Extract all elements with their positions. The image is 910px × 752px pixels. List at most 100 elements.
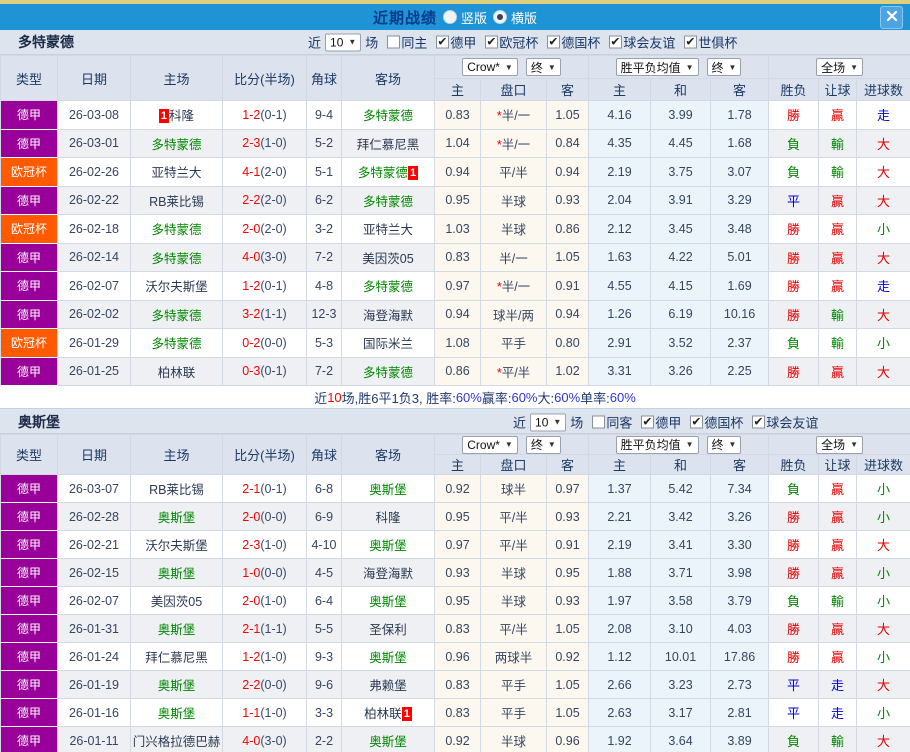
column-subheader: 进球数 [856, 454, 910, 475]
avg-final-select[interactable]: 终 [706, 435, 742, 454]
score-cell: 1-2(0-1) [222, 271, 307, 301]
team-name-cell: 多特蒙德 [151, 308, 202, 323]
avg-home-cell: 4.16 [588, 100, 652, 130]
result-text: 小 [877, 706, 891, 721]
checkbox-icon[interactable] [690, 415, 704, 429]
odds-home-cell: 0.83 [434, 698, 481, 727]
summary-segment: 近 [314, 390, 328, 406]
odds-final-select[interactable]: 终 [525, 58, 561, 76]
checkbox-icon[interactable] [485, 35, 499, 49]
result-goals-cell: 小 [856, 698, 910, 727]
result-handicap-cell: 贏 [818, 614, 858, 643]
odds-company-select[interactable]: Crow* [462, 58, 518, 76]
close-button[interactable] [880, 6, 903, 29]
match-row: 德甲 26-01-24 拜仁慕尼黑 1-2(1-0) 9-3 奥斯堡 0.96 两球半 0.92… [0, 642, 910, 671]
checkbox-icon[interactable] [641, 415, 655, 429]
result-wdl-cell: 負 [768, 586, 820, 615]
match-count-select[interactable]: 10 [530, 413, 567, 431]
result-text: 負 [787, 136, 801, 152]
team-section: 奥斯堡近10场同客德甲德国杯球会友谊类型日期主场比分(半场)角球客场Crow*终… [0, 409, 910, 752]
avg-draw-cell: 3.91 [650, 185, 712, 215]
radio-unselected-icon[interactable] [442, 10, 457, 24]
result-goals-cell: 小 [856, 558, 910, 587]
home-team-cell: 奥斯堡 [130, 698, 223, 727]
corners-cell: 7-2 [306, 356, 342, 386]
odds-home-cell: 1.03 [434, 214, 481, 244]
dialog-title: 近期战绩 [372, 9, 437, 27]
result-goals-cell: 大 [856, 356, 910, 386]
checkbox-icon[interactable] [387, 35, 401, 49]
same-venue-filter[interactable]: 同客 [592, 413, 632, 432]
odds-final-select[interactable]: 终 [525, 435, 561, 454]
league-filter[interactable]: 德国杯 [690, 413, 743, 432]
checkbox-icon[interactable] [752, 415, 766, 429]
odds-away-cell: 0.91 [545, 530, 590, 559]
result-wdl-cell: 平 [768, 670, 820, 699]
radio-selected-icon[interactable] [493, 10, 507, 24]
fulltime-score: 2-3 [242, 136, 261, 151]
checkbox-icon[interactable] [592, 415, 606, 429]
odds-home-cell: 0.83 [434, 242, 481, 272]
select-value: 终 [530, 438, 543, 452]
layout-radio-horizontal[interactable]: 横版 [493, 8, 537, 27]
layout-radio-vertical[interactable]: 竖版 [442, 8, 487, 27]
checkbox-icon[interactable] [547, 35, 561, 49]
result-wdl-cell: 負 [768, 328, 820, 358]
result-text: 勝 [787, 222, 801, 238]
same-venue-filter[interactable]: 同主 [387, 33, 427, 52]
league-filter[interactable]: 世俱杯 [684, 33, 737, 52]
odds-away-cell: 0.93 [545, 185, 590, 215]
avg-home-cell: 1.97 [588, 586, 652, 615]
away-team-cell: 多特蒙德 1 [341, 157, 435, 187]
avg-final-select[interactable]: 终 [706, 58, 742, 76]
record-summary: 近 10 场,胜6平1负3, 胜率: 60% 赢率: 60% 大: 60% 单率: 60% [0, 386, 910, 409]
fulltime-scope-select[interactable]: 全场 [816, 435, 864, 454]
fulltime-score: 1-0 [242, 565, 261, 580]
odds-away-cell: 0.95 [545, 558, 590, 587]
odds-away-cell: 1.05 [545, 670, 590, 699]
result-text: 大 [877, 364, 891, 380]
home-team-cell: 奥斯堡 [130, 502, 223, 531]
team-name-cell: 多特蒙德 [362, 365, 413, 380]
summary-segment: 60% [511, 389, 538, 405]
odds-company-select[interactable]: Crow* [462, 435, 518, 454]
home-team-cell: 美因茨05 [130, 586, 223, 615]
handicap-cell: 平/半 [480, 502, 547, 531]
checkbox-icon[interactable] [436, 35, 450, 49]
column-subheader: 让球 [818, 78, 858, 101]
away-team-cell: 海登海默 [341, 558, 435, 587]
fulltime-score: 2-0 [242, 509, 261, 524]
result-text: 大 [877, 538, 891, 553]
result-text: 勝 [787, 538, 801, 553]
league-badge: 欧冠杯 [0, 328, 58, 358]
result-goals-cell: 小 [856, 214, 910, 244]
odds-home-cell: 0.92 [434, 726, 481, 752]
fulltime-score: 3-2 [242, 307, 261, 322]
avg-odds-select[interactable]: 胜平负均值 [615, 435, 699, 454]
checkbox-icon[interactable] [684, 35, 698, 49]
result-goals-cell: 小 [856, 642, 910, 671]
result-text: 輸 [831, 336, 845, 352]
avg-odds-select[interactable]: 胜平负均值 [615, 58, 699, 76]
fulltime-scope-select[interactable]: 全场 [816, 58, 864, 76]
result-text: 贏 [831, 250, 845, 266]
league-filter[interactable]: 德甲 [436, 33, 476, 52]
halftime-score: (2-0) [260, 193, 287, 208]
odds-away-cell: 0.93 [545, 586, 590, 615]
league-filter[interactable]: 球会友谊 [609, 33, 675, 52]
match-count-select[interactable]: 10 [325, 33, 362, 51]
away-team-cell: 奥斯堡 [341, 586, 435, 615]
checkbox-icon[interactable] [609, 35, 623, 49]
odds-home-cell: 1.08 [434, 328, 481, 358]
avg-home-cell: 2.19 [588, 157, 652, 187]
league-badge: 德甲 [0, 300, 58, 329]
league-filter[interactable]: 球会友谊 [752, 413, 818, 432]
home-team-cell: 多特蒙德 [130, 299, 223, 329]
summary-segment: 60% [609, 389, 636, 405]
league-filter[interactable]: 欧冠杯 [485, 33, 538, 52]
league-filter[interactable]: 德国杯 [547, 33, 600, 52]
select-value: Crow* [467, 60, 500, 74]
team-name-cell: 沃尔夫斯堡 [145, 539, 208, 553]
column-header: 类型 [0, 434, 58, 475]
league-filter[interactable]: 德甲 [641, 413, 681, 432]
